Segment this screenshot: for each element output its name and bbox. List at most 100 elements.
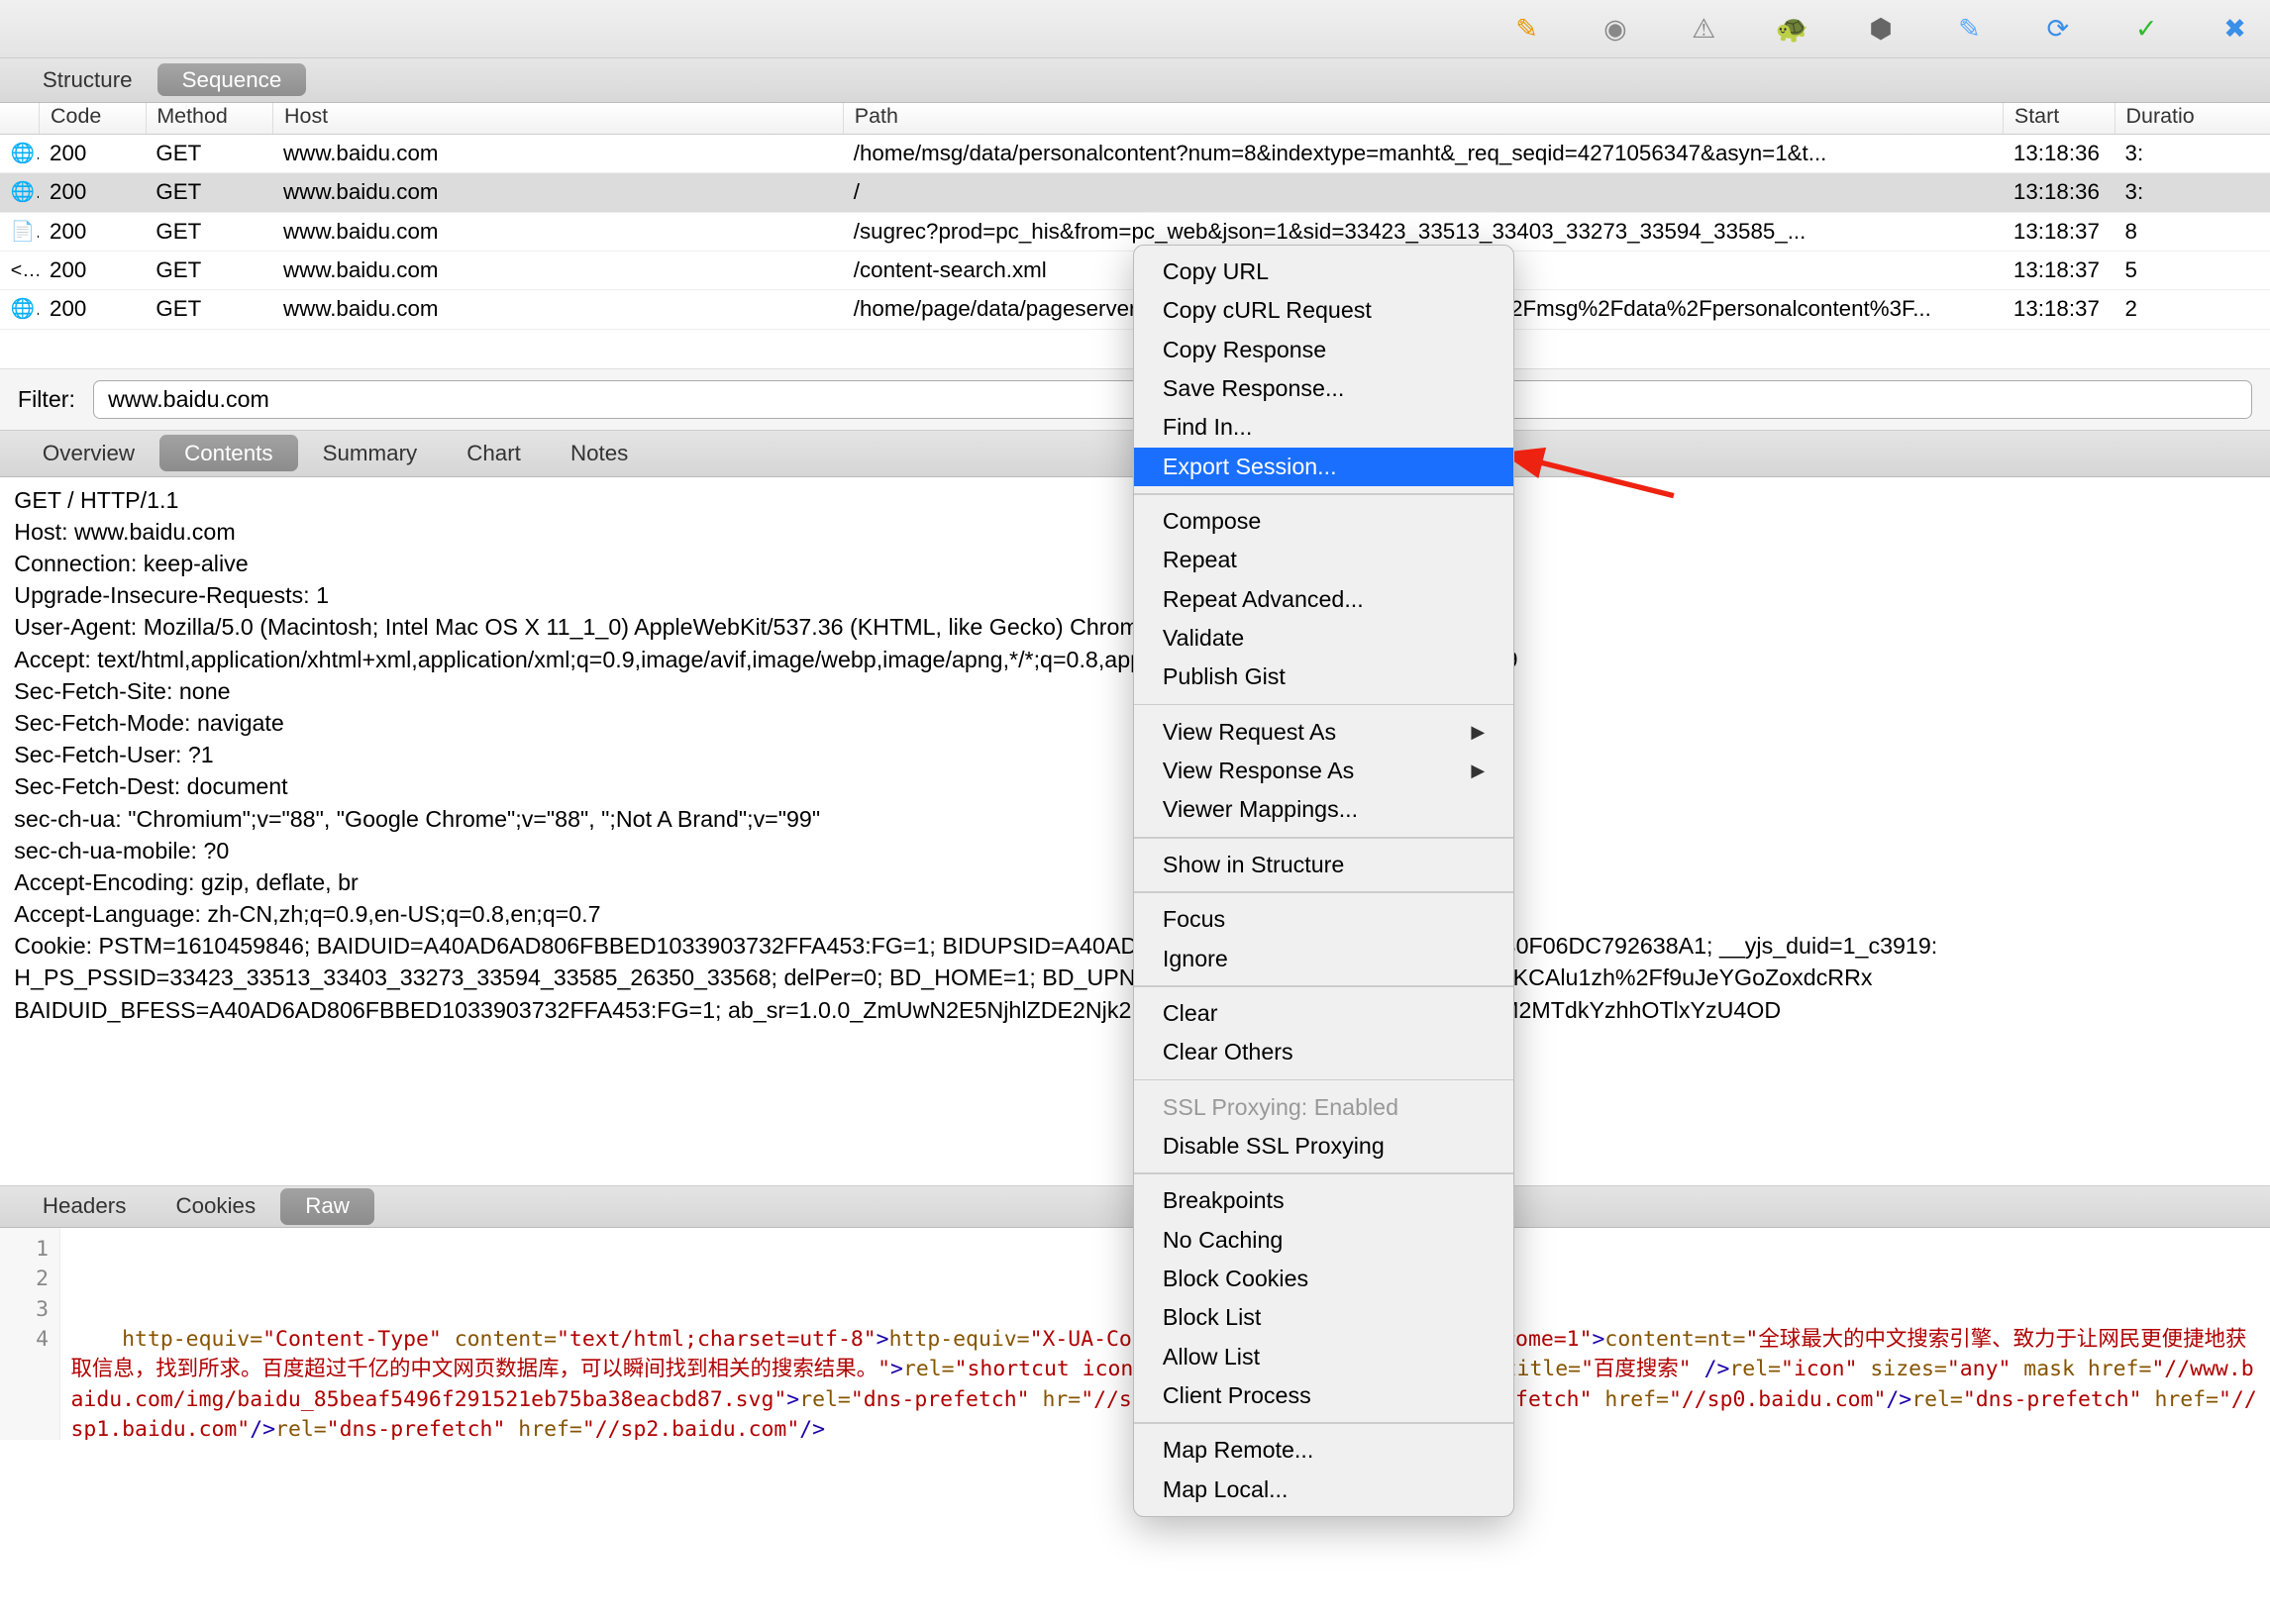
refresh-icon[interactable]: ⟳ [2040, 11, 2076, 47]
menu-item-client-process[interactable]: Client Process [1134, 1376, 1512, 1415]
menu-item-ignore[interactable]: Ignore [1134, 939, 1512, 977]
table-row[interactable]: 🌐 200 GET www.baidu.com /home/msg/data/p… [0, 135, 2270, 173]
menu-item-view-request-as[interactable]: View Request As▶ [1134, 713, 1512, 752]
tab-summary[interactable]: Summary [298, 435, 443, 471]
cell-code: 200 [39, 178, 145, 208]
col-code[interactable]: Code [39, 103, 145, 134]
cell-host: www.baidu.com [272, 217, 843, 247]
col-start[interactable]: Start [2003, 103, 2115, 134]
menu-item-clear-others[interactable]: Clear Others [1134, 1033, 1512, 1071]
tab-resp-headers[interactable]: Headers [18, 1188, 152, 1225]
menu-item-breakpoints[interactable]: Breakpoints [1134, 1181, 1512, 1220]
cell-path: / [843, 178, 2003, 208]
tab-chart[interactable]: Chart [442, 435, 546, 471]
menu-separator [1134, 837, 1512, 839]
menu-item-repeat[interactable]: Repeat [1134, 541, 1512, 579]
menu-item-show-in-structure[interactable]: Show in Structure [1134, 846, 1512, 884]
menu-item-copy-response[interactable]: Copy Response [1134, 331, 1512, 369]
menu-item-copy-url[interactable]: Copy URL [1134, 253, 1512, 291]
row-status-icon: 📄 [0, 218, 39, 246]
probe-icon[interactable]: ✎ [1951, 11, 1987, 47]
menu-separator [1134, 1172, 1512, 1174]
col-host[interactable]: Host [272, 103, 843, 134]
cell-code: 200 [39, 139, 145, 168]
menu-item-disable-ssl-proxying[interactable]: Disable SSL Proxying [1134, 1127, 1512, 1166]
tab-sequence[interactable]: Sequence [157, 63, 307, 96]
menu-item-map-local[interactable]: Map Local... [1134, 1471, 1512, 1509]
menu-item-map-remote[interactable]: Map Remote... [1134, 1431, 1512, 1470]
turtle-icon[interactable]: 🐢 [1775, 11, 1810, 47]
cell-method: GET [146, 295, 273, 325]
menu-separator [1134, 704, 1512, 706]
menu-item-viewer-mappings[interactable]: Viewer Mappings... [1134, 790, 1512, 829]
filter-label: Filter: [18, 386, 75, 413]
cell-code: 200 [39, 295, 145, 325]
menu-item-copy-curl-request[interactable]: Copy cURL Request [1134, 291, 1512, 330]
menu-item-repeat-advanced[interactable]: Repeat Advanced... [1134, 580, 1512, 619]
menu-item-export-session[interactable]: Export Session... [1134, 448, 1512, 486]
tab-overview[interactable]: Overview [18, 435, 159, 471]
check-icon[interactable]: ✓ [2128, 11, 2164, 47]
pencil-icon[interactable]: ✎ [1509, 11, 1545, 47]
col-dur[interactable]: Duratio [2115, 103, 2214, 134]
cell-start: 13:18:36 [2003, 178, 2115, 208]
menu-separator [1134, 985, 1512, 987]
toolbar: ✎ ◉ ⚠ 🐢 ⬢ ✎ ⟳ ✓ ✖ [0, 0, 2270, 58]
cell-duration: 5 [2115, 255, 2214, 285]
cell-duration: 3: [2115, 139, 2214, 168]
view-tabs: Structure Sequence [0, 58, 2270, 103]
record-icon[interactable]: ◉ [1598, 11, 1633, 47]
tab-resp-raw[interactable]: Raw [280, 1188, 374, 1225]
menu-item-ssl-proxying-enabled: SSL Proxying: Enabled [1134, 1087, 1512, 1126]
menu-item-no-caching[interactable]: No Caching [1134, 1221, 1512, 1260]
request-table-header: Code Method Host Path Start Duratio [0, 103, 2270, 135]
cell-host: www.baidu.com [272, 178, 843, 208]
table-row[interactable]: 🌐 200 GET www.baidu.com / 13:18:36 3: [0, 173, 2270, 212]
menu-item-clear[interactable]: Clear [1134, 994, 1512, 1033]
tools-icon[interactable]: ✖ [2218, 11, 2253, 47]
row-status-icon: 🌐 [0, 296, 39, 324]
context-menu: Copy URLCopy cURL RequestCopy ResponseSa… [1133, 245, 1513, 1517]
table-row[interactable]: 📄 200 GET www.baidu.com /sugrec?prod=pc_… [0, 213, 2270, 252]
chevron-right-icon: ▶ [1471, 722, 1485, 743]
annotation-arrow [1514, 443, 1692, 531]
row-status-icon: 🌐 [0, 140, 39, 167]
menu-item-view-response-as[interactable]: View Response As▶ [1134, 752, 1512, 790]
tab-notes[interactable]: Notes [546, 435, 653, 471]
menu-separator [1134, 891, 1512, 893]
hex-icon[interactable]: ⬢ [1863, 11, 1899, 47]
menu-separator [1134, 1079, 1512, 1081]
tab-structure[interactable]: Structure [18, 63, 157, 96]
row-status-icon: 🌐 [0, 179, 39, 207]
hazard-icon[interactable]: ⚠ [1686, 11, 1721, 47]
menu-item-focus[interactable]: Focus [1134, 900, 1512, 939]
cell-host: www.baidu.com [272, 139, 843, 168]
cell-start: 13:18:37 [2003, 255, 2115, 285]
cell-code: 200 [39, 217, 145, 247]
chevron-right-icon: ▶ [1471, 761, 1485, 781]
menu-item-block-cookies[interactable]: Block Cookies [1134, 1260, 1512, 1298]
menu-item-publish-gist[interactable]: Publish Gist [1134, 658, 1512, 696]
menu-item-compose[interactable]: Compose [1134, 502, 1512, 541]
menu-item-allow-list[interactable]: Allow List [1134, 1338, 1512, 1376]
cell-method: GET [146, 178, 273, 208]
menu-item-block-list[interactable]: Block List [1134, 1298, 1512, 1337]
line-gutter: 1234 [0, 1228, 60, 1441]
col-path[interactable]: Path [843, 103, 2003, 134]
cell-host: www.baidu.com [272, 255, 843, 285]
menu-separator [1134, 493, 1512, 495]
col-method[interactable]: Method [146, 103, 273, 134]
menu-item-validate[interactable]: Validate [1134, 619, 1512, 658]
menu-item-save-response[interactable]: Save Response... [1134, 369, 1512, 408]
tab-resp-cookies[interactable]: Cookies [151, 1188, 280, 1225]
cell-path: /sugrec?prod=pc_his&from=pc_web&json=1&s… [843, 217, 2003, 247]
cell-code: 200 [39, 255, 145, 285]
cell-host: www.baidu.com [272, 295, 843, 325]
tab-contents[interactable]: Contents [159, 435, 298, 471]
row-status-icon: <> [0, 257, 39, 284]
cell-start: 13:18:37 [2003, 295, 2115, 325]
cell-duration: 8 [2115, 217, 2214, 247]
cell-method: GET [146, 217, 273, 247]
cell-start: 13:18:37 [2003, 217, 2115, 247]
menu-item-find-in[interactable]: Find In... [1134, 408, 1512, 447]
